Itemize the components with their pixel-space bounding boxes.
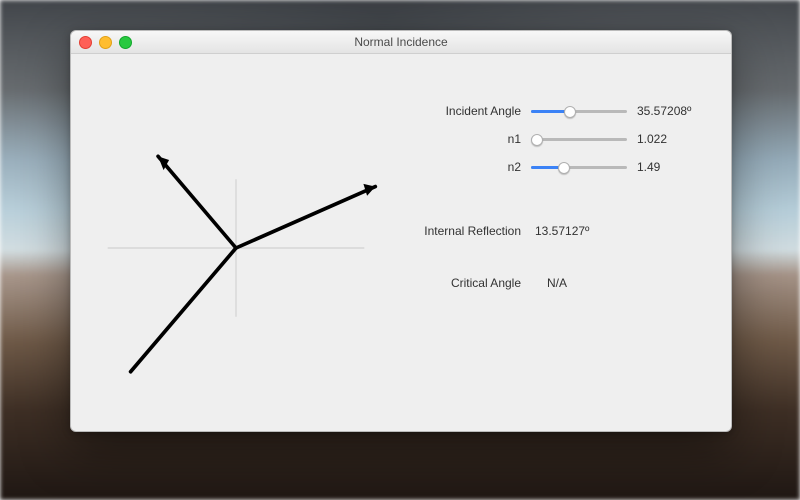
ray-diagram <box>71 54 401 431</box>
controls-panel: Incident Angle 35.57208º n1 1.022 n2 <box>401 54 731 431</box>
incident-angle-row: Incident Angle 35.57208º <box>401 102 709 120</box>
minimize-icon[interactable] <box>99 36 112 49</box>
n1-label: n1 <box>401 132 521 146</box>
window-content: Incident Angle 35.57208º n1 1.022 n2 <box>71 54 731 431</box>
incident-angle-slider[interactable] <box>531 104 627 118</box>
internal-reflection-row: Internal Reflection 13.57127º <box>401 222 709 240</box>
app-window: Normal Incidence Incident Angle <box>70 30 732 432</box>
window-title: Normal Incidence <box>71 35 731 49</box>
n1-value: 1.022 <box>637 132 709 146</box>
titlebar[interactable]: Normal Incidence <box>71 31 731 54</box>
zoom-icon[interactable] <box>119 36 132 49</box>
incident-angle-label: Incident Angle <box>401 104 521 118</box>
n2-slider[interactable] <box>531 160 627 174</box>
n1-row: n1 1.022 <box>401 130 709 148</box>
n1-slider[interactable] <box>531 132 627 146</box>
internal-reflection-label: Internal Reflection <box>401 224 521 238</box>
n2-label: n2 <box>401 160 521 174</box>
n2-row: n2 1.49 <box>401 158 709 176</box>
close-icon[interactable] <box>79 36 92 49</box>
traffic-lights <box>79 36 132 49</box>
incident-angle-value: 35.57208º <box>637 104 709 118</box>
critical-angle-row: Critical Angle N/A <box>401 274 709 292</box>
critical-angle-label: Critical Angle <box>401 276 521 290</box>
internal-reflection-value: 13.57127º <box>535 224 607 238</box>
critical-angle-value: N/A <box>547 276 619 290</box>
n2-value: 1.49 <box>637 160 709 174</box>
